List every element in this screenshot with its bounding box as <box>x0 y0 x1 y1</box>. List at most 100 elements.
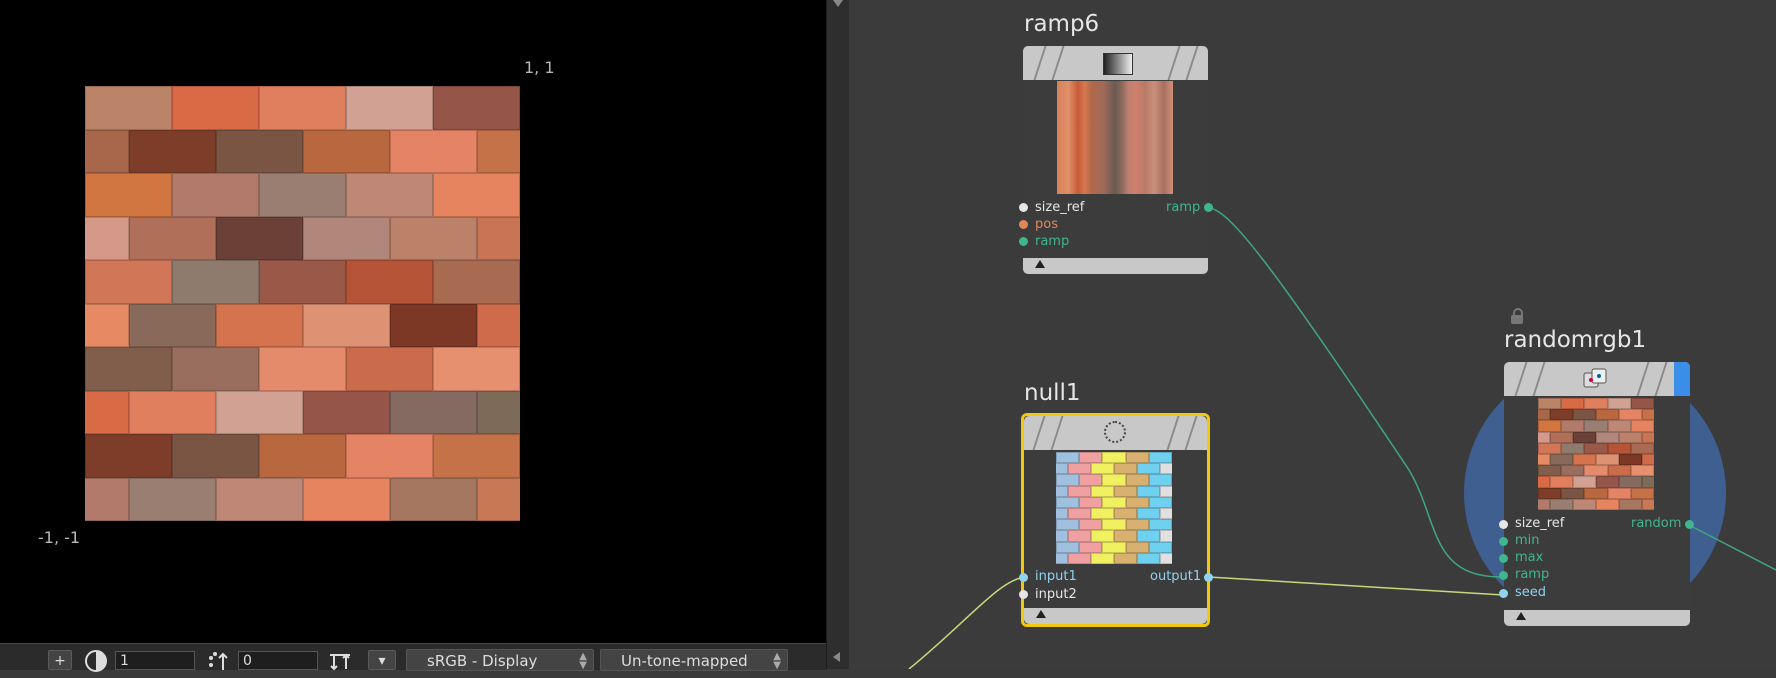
node-footer[interactable] <box>1504 610 1690 626</box>
port-dot[interactable] <box>1499 571 1508 580</box>
node-footer[interactable] <box>1023 258 1208 274</box>
port-label[interactable]: min <box>1515 533 1540 548</box>
brick <box>1538 487 1562 499</box>
brick <box>389 477 477 521</box>
exposure-icon[interactable] <box>82 650 110 672</box>
brick <box>1067 508 1091 520</box>
port-label[interactable]: size_ref <box>1515 516 1564 531</box>
brick <box>389 390 477 434</box>
brick <box>1630 487 1654 499</box>
brick <box>85 390 129 434</box>
brick <box>476 390 520 434</box>
random-dice-icon <box>1582 367 1608 391</box>
pane-divider[interactable] <box>826 0 849 669</box>
collapse-arrow-icon[interactable] <box>1516 612 1526 620</box>
brick <box>302 216 390 260</box>
collapse-up-arrow-icon[interactable] <box>833 0 843 7</box>
colorspace-dropdown[interactable]: sRGB - Display ▲ ▼ <box>406 649 594 671</box>
brick <box>1056 474 1080 486</box>
node-header <box>1023 46 1208 80</box>
brick <box>302 390 390 434</box>
brick <box>1538 398 1562 410</box>
collapse-arrow-icon[interactable] <box>1035 260 1045 268</box>
port-label[interactable]: input1 <box>1035 569 1077 584</box>
port-dot[interactable] <box>1499 589 1508 598</box>
viewport[interactable]: 1, 1 -1, -1 <box>0 0 827 643</box>
port-label[interactable]: size_ref <box>1035 200 1084 215</box>
swap-icon[interactable] <box>326 650 354 671</box>
gamma-field[interactable]: 0 <box>238 651 318 670</box>
brick <box>1125 519 1149 531</box>
exposure-field[interactable]: 1 <box>115 651 195 670</box>
collapse-arrow-icon[interactable] <box>1036 610 1046 618</box>
collapse-left-arrow-icon[interactable] <box>833 652 840 662</box>
brick <box>1160 530 1172 542</box>
port-label[interactable]: seed <box>1515 585 1546 600</box>
port-dot[interactable] <box>1685 520 1694 529</box>
port-dot[interactable] <box>1499 537 1508 546</box>
add-button[interactable]: + <box>48 650 72 670</box>
port-label[interactable]: random <box>1631 516 1681 531</box>
gamma-icon[interactable] <box>205 650 233 670</box>
brick <box>85 216 129 260</box>
brick <box>1056 452 1080 464</box>
display-flag[interactable] <box>1674 362 1690 396</box>
brick <box>346 86 433 130</box>
tonemap-dropdown[interactable]: Un-tone-mapped ▲ ▼ <box>600 649 788 671</box>
brick <box>1160 463 1172 475</box>
brick <box>1584 442 1608 454</box>
brick <box>1079 519 1103 531</box>
brick <box>1619 498 1643 510</box>
brick <box>1148 541 1172 553</box>
brick <box>1090 508 1114 520</box>
port-dot[interactable] <box>1019 237 1028 246</box>
brick <box>1607 398 1631 410</box>
brick <box>1079 474 1103 486</box>
port-label[interactable]: output1 <box>1150 569 1201 584</box>
lock-icon[interactable] <box>1511 308 1523 324</box>
port-label[interactable]: input2 <box>1035 587 1077 602</box>
brick <box>1137 530 1161 542</box>
brick <box>389 129 477 173</box>
brick <box>1056 530 1068 542</box>
brick <box>1067 485 1091 497</box>
node-footer[interactable] <box>1024 608 1207 624</box>
brick <box>1114 485 1138 497</box>
port-label[interactable]: max <box>1515 550 1543 565</box>
brick <box>1125 474 1149 486</box>
brick <box>1079 541 1103 553</box>
brick <box>1572 431 1596 443</box>
brick <box>1148 496 1172 508</box>
brick <box>1561 487 1585 499</box>
brick <box>1137 552 1161 564</box>
port-dot[interactable] <box>1499 554 1508 563</box>
port-label[interactable]: ramp <box>1515 567 1549 582</box>
brick <box>1137 463 1161 475</box>
brick <box>1079 496 1103 508</box>
brick <box>1538 409 1550 421</box>
port-label[interactable]: ramp <box>1035 234 1069 249</box>
port-dot[interactable] <box>1019 590 1028 599</box>
node-header <box>1024 416 1207 450</box>
port-dot[interactable] <box>1019 203 1028 212</box>
node-graph[interactable]: ramp6 size_ref pos ramp ramp null1 input… <box>849 0 1776 669</box>
brick <box>215 477 303 521</box>
colorspace-label: sRGB - Display <box>427 652 538 670</box>
brick <box>1538 431 1550 443</box>
brick <box>1596 431 1620 443</box>
port-label[interactable]: ramp <box>1166 200 1200 215</box>
brick <box>1642 454 1654 466</box>
options-dropdown-icon[interactable]: ▾ <box>368 650 396 670</box>
port-dot[interactable] <box>1204 573 1213 582</box>
texture-preview <box>85 86 520 521</box>
updown-arrows-icon: ▲ ▼ <box>579 651 587 671</box>
port-label[interactable]: pos <box>1035 217 1058 232</box>
port-dot[interactable] <box>1499 520 1508 529</box>
port-dot[interactable] <box>1019 220 1028 229</box>
brick <box>259 173 346 217</box>
brick <box>215 129 303 173</box>
port-dot[interactable] <box>1019 573 1028 582</box>
port-dot[interactable] <box>1204 203 1213 212</box>
ramp-thumbnail <box>1057 81 1173 194</box>
brick <box>85 173 172 217</box>
